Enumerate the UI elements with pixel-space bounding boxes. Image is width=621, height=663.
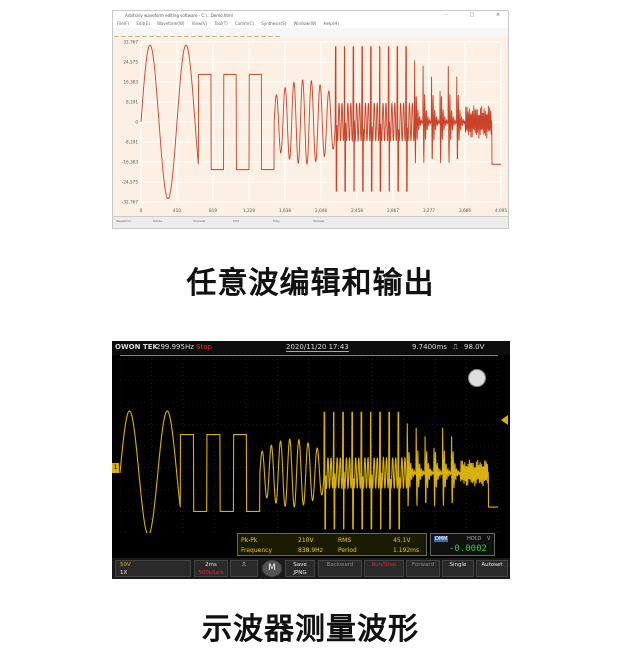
editor-y-tick: 8,191 — [126, 100, 138, 105]
backward-button[interactable]: Backward — [318, 560, 362, 577]
menu-label: M — [268, 563, 276, 573]
editor-x-tick: 410 — [173, 208, 181, 213]
menu-view[interactable]: View(V) — [192, 21, 207, 26]
editor-y-tick: 24,575 — [123, 60, 138, 65]
channel1-marker[interactable]: 1 — [112, 463, 119, 473]
ch1-scale-button[interactable]: 50V 1X — [115, 560, 191, 577]
minimize-icon[interactable]: – — [433, 12, 452, 18]
measure-frequency-value: 838.9Hz — [298, 547, 323, 554]
dmm-reading: -0.0002 — [449, 544, 487, 554]
menu-window[interactable]: Window(W) — [294, 21, 317, 26]
status-ch1: CH1 — [233, 219, 240, 223]
caption-top: 任意波编辑和输出 — [186, 266, 435, 301]
ch1-probe: 1X — [120, 570, 128, 576]
waveform-editor-window: Arbitrary waveform editing software - C:… — [112, 10, 509, 229]
measure-period-label: Period — [338, 547, 357, 554]
timebase-offset: 9.7400ms — [412, 343, 447, 351]
editor-x-tick: 4,095 — [495, 208, 507, 213]
menu-edit[interactable]: Edit(E) — [136, 21, 149, 26]
timebase-button[interactable]: 2ms 500kSa/s — [194, 560, 228, 577]
measure-rms-label: RMS — [338, 537, 352, 544]
window-controls[interactable]: – □ × — [433, 11, 504, 20]
editor-y-tick: 0 — [135, 120, 138, 125]
oscilloscope-screen: OWON TEK 299.995Hz Stop 2020/11/20 17:43… — [112, 341, 510, 579]
trigger-level-marker-icon[interactable] — [501, 415, 508, 425]
editor-y-tick: -16,383 — [122, 160, 138, 165]
autoset-button[interactable]: Autoset — [476, 560, 508, 577]
caption-bottom: 示波器测量波形 — [202, 612, 419, 647]
measure-frequency-label: Frequency — [241, 547, 272, 554]
dmm-hold: HOLD — [467, 536, 482, 542]
dmm-unit: V — [487, 536, 491, 542]
editor-x-tick: 1,229 — [243, 208, 255, 213]
measurement-panel: Pk-Pk 210V RMS 45.1V Frequency 838.9Hz P… — [237, 533, 427, 556]
brand-logo: OWON TEK — [115, 343, 158, 351]
editor-y-tick: 16,383 — [123, 80, 138, 85]
measure-pkpk-value: 210V — [298, 537, 314, 544]
menu-file[interactable]: File(F) — [117, 21, 129, 26]
status-points: Points — [153, 219, 163, 223]
editor-x-tick: 0 — [140, 208, 143, 213]
editor-menubar: File(F) Edit(E) Waveform(W) View(V) Tool… — [113, 20, 508, 28]
frequency-readout: 299.995Hz — [156, 343, 194, 351]
scope-footer: 50V 1X 2ms 500kSa/s ⎍ M Save JPNG Backwa… — [112, 558, 510, 579]
runstop-button[interactable]: Run/Stop — [364, 560, 404, 577]
status-waveform: Waveform — [116, 219, 132, 223]
menu-waveform[interactable]: Waveform(W) — [157, 21, 184, 26]
menu-help[interactable]: Help(H) — [324, 21, 339, 26]
editor-waveform-plot[interactable]: 32,767 24,575 16,383 8,191 0 -8,191 -16,383 -24… — [113, 37, 508, 217]
maximize-icon[interactable]: □ — [457, 12, 478, 18]
trigger-icon: ⎍ — [242, 562, 246, 568]
scope-header: OWON TEK 299.995Hz Stop 2020/11/20 17:43… — [112, 341, 510, 355]
menu-comm[interactable]: Comm(C) — [235, 21, 254, 26]
editor-x-tick: 3,686 — [459, 208, 471, 213]
waveform-mode-icon[interactable] — [468, 369, 486, 387]
forward-button[interactable]: Forward — [406, 560, 440, 577]
editor-y-tick: -8,191 — [125, 140, 139, 145]
editor-statusbar: Waveform Points Channel CH1 Freq Sample — [113, 216, 508, 228]
status-sample: Sample — [313, 219, 325, 223]
menu-synthesis[interactable]: Synthesis(S) — [261, 21, 286, 26]
sample-rate: 500kSa/s — [198, 570, 224, 576]
scope-waveform-display[interactable] — [112, 355, 510, 533]
menu-tool[interactable]: Tool(T) — [214, 21, 227, 26]
single-button[interactable]: Single — [442, 560, 474, 577]
trigger-level: 98.0V — [464, 343, 485, 351]
measure-period-value: 1.192ms — [393, 547, 420, 554]
status-channel: Channel — [193, 219, 206, 223]
save-jpng-button[interactable]: Save JPNG — [285, 560, 315, 577]
editor-title: Arbitrary waveform editing software - C:… — [125, 13, 233, 18]
editor-x-tick: 2,867 — [387, 208, 399, 213]
editor-x-tick: 3,277 — [423, 208, 435, 213]
close-icon[interactable]: × — [484, 12, 504, 18]
dmm-panel: DMM HOLD V -0.0002 — [430, 533, 495, 556]
dmm-mode: DMM — [434, 536, 449, 542]
editor-y-tick: -32,767 — [122, 200, 138, 205]
run-state: Stop — [196, 343, 212, 351]
measure-rms-value: 45.1V — [393, 537, 411, 544]
trigger-edge-icon: ⎍ — [453, 343, 458, 351]
editor-y-tick: 32,767 — [123, 40, 138, 45]
measure-pkpk-label: Pk-Pk — [241, 537, 258, 544]
datetime: 2020/11/20 17:43 — [286, 343, 349, 352]
menu-button[interactable]: M — [262, 560, 282, 577]
editor-x-tick: 819 — [209, 208, 217, 213]
editor-y-tick: -24,575 — [122, 180, 138, 185]
editor-x-tick: 1,638 — [279, 208, 291, 213]
trigger-button[interactable]: ⎍ — [230, 560, 258, 577]
editor-x-tick: 2,458 — [351, 208, 363, 213]
timebase-value: 2ms — [205, 562, 217, 568]
status-freq: Freq — [273, 219, 280, 223]
editor-titlebar: Arbitrary waveform editing software - C:… — [113, 11, 508, 20]
editor-x-tick: 2,048 — [315, 208, 327, 213]
ch1-volt: 50V — [120, 562, 131, 568]
